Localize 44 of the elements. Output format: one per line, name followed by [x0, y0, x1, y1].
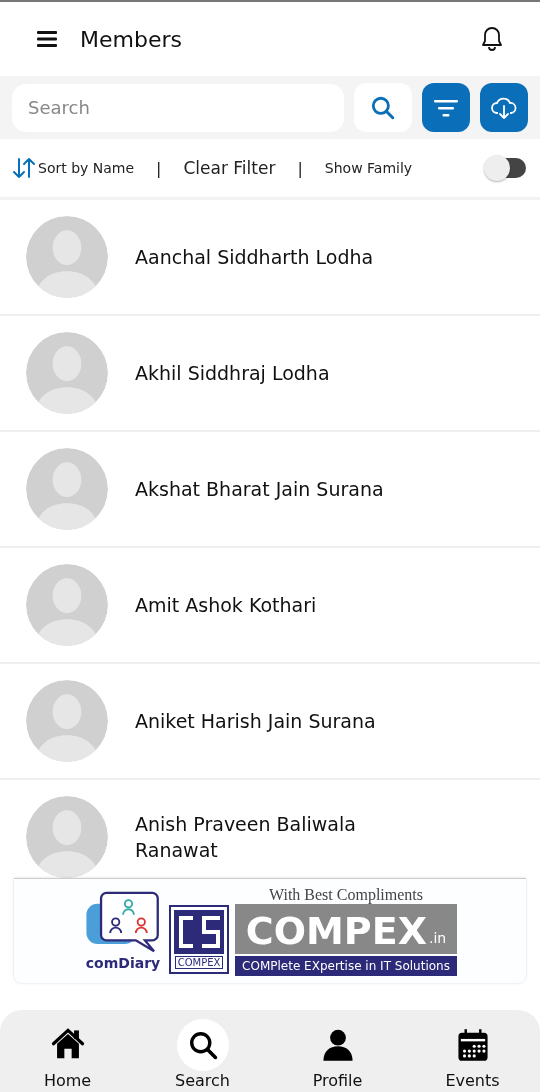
show-family-toggle[interactable] — [486, 158, 526, 178]
member-name: Aanchal Siddharth Lodha — [135, 245, 374, 270]
member-name: Akhil Siddhraj Lodha — [135, 361, 330, 386]
filter-icon — [434, 98, 458, 117]
member-row[interactable]: Akshat Bharat Jain Surana — [0, 432, 540, 548]
menu-icon[interactable] — [37, 31, 57, 47]
banner-slogan: COMPlete EXpertise in IT Solutions — [235, 956, 457, 976]
page-title: Members — [80, 26, 183, 52]
nav-tab[interactable]: Home — [0, 1010, 135, 1092]
member-row[interactable]: Amit Ashok Kothari — [0, 548, 540, 664]
member-row[interactable]: Aanchal Siddharth Lodha — [0, 200, 540, 316]
sort-button[interactable]: Sort by Name — [12, 157, 135, 179]
cs-monogram-icon — [174, 909, 224, 954]
logo-text: .in — [428, 930, 447, 946]
avatar-icon — [26, 216, 108, 298]
nav-tab[interactable]: Events — [405, 1010, 540, 1092]
member-row[interactable]: Aniket Harish Jain Surana — [0, 664, 540, 780]
logo-text: comDiary — [85, 955, 161, 971]
search-button[interactable] — [354, 83, 412, 132]
bell-icon[interactable] — [480, 26, 504, 52]
separator: | — [297, 158, 303, 178]
member-name: Aniket Harish Jain Surana — [135, 709, 376, 734]
sort-arrows-icon — [12, 157, 36, 179]
avatar-icon — [26, 564, 108, 646]
clear-filter-button[interactable]: Clear Filter — [183, 158, 276, 178]
filter-button[interactable] — [422, 83, 470, 132]
logo-text: COMPEX — [245, 908, 427, 954]
nav-tab[interactable]: Search — [135, 1010, 270, 1092]
toggle-label: Show Family — [324, 160, 414, 176]
search-icon — [370, 94, 396, 121]
banner-tagline: With Best Compliments — [269, 886, 423, 904]
avatar-icon — [26, 448, 108, 530]
nav-tab[interactable]: Profile — [270, 1010, 405, 1092]
member-name: Anish Praveen Baliwala Ranawat — [135, 812, 357, 863]
member-name: Amit Ashok Kothari — [135, 593, 317, 618]
member-name: Akshat Bharat Jain Surana — [135, 477, 384, 502]
search-field[interactable]: Search — [12, 83, 344, 132]
avatar-icon — [26, 332, 108, 414]
download-button[interactable] — [480, 83, 528, 132]
logo-text: COMPEX — [174, 955, 224, 969]
avatar-icon — [26, 680, 108, 762]
cloud-download-icon — [490, 95, 518, 120]
separator: | — [156, 158, 162, 178]
member-row[interactable]: Akhil Siddhraj Lodha — [0, 316, 540, 432]
